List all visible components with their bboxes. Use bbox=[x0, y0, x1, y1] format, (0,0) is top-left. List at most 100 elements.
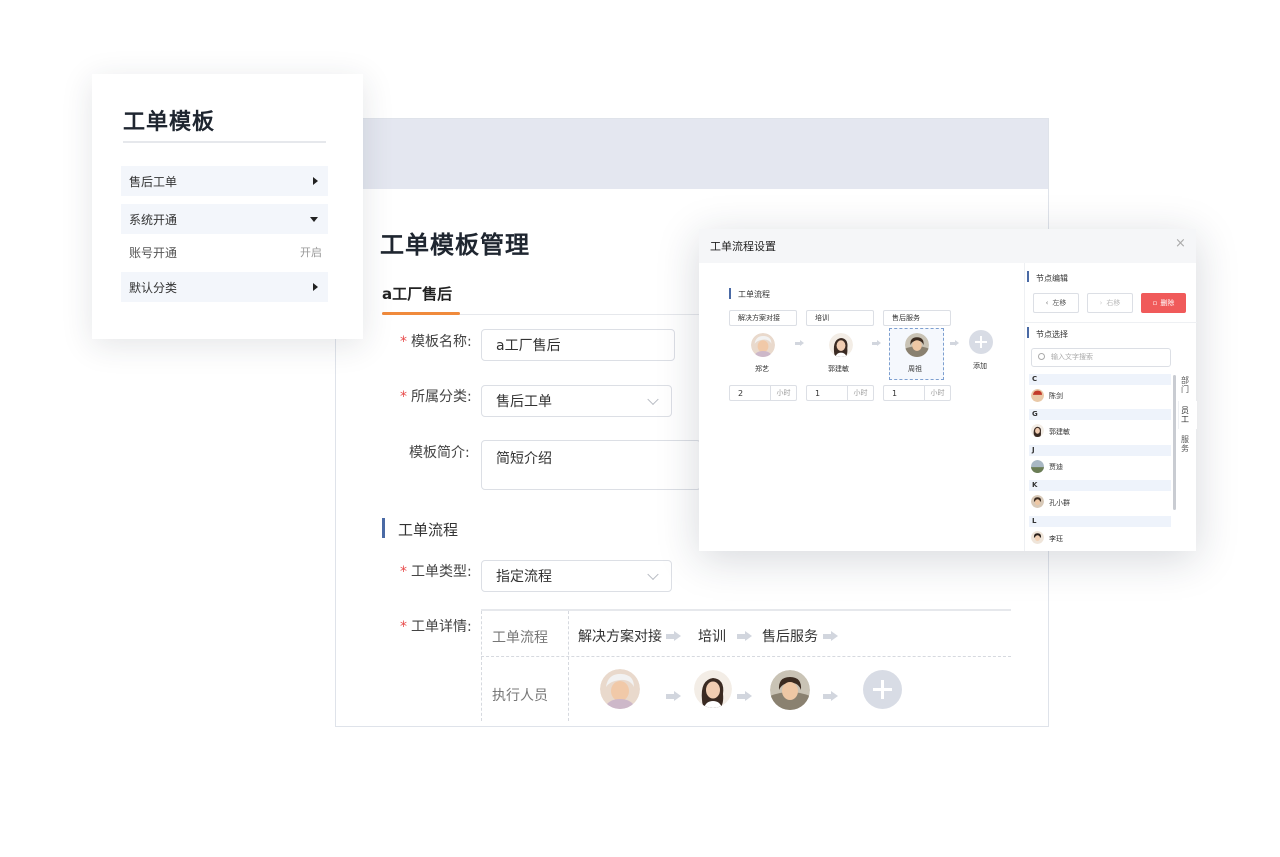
move-left-button[interactable]: ‹ 左移 bbox=[1033, 293, 1079, 313]
person-avatar bbox=[1031, 495, 1044, 508]
caret-right-icon bbox=[313, 177, 318, 185]
type-select[interactable]: 指定流程 bbox=[481, 560, 672, 592]
executor-row-label: 执行人员 bbox=[492, 688, 548, 704]
person-item[interactable]: 陈剑 bbox=[1049, 391, 1063, 401]
tab-active-indicator bbox=[382, 312, 460, 315]
delete-button[interactable]: ▫ 删除 bbox=[1141, 293, 1186, 313]
sub-item-account-activation[interactable]: 账号开通 bbox=[129, 244, 177, 261]
step-hours-input-2[interactable]: 1 小时 bbox=[806, 385, 874, 401]
step-hours-input-3[interactable]: 1 小时 bbox=[883, 385, 951, 401]
detail-label-text: 工单详情: bbox=[411, 619, 472, 635]
executor-avatar-1[interactable] bbox=[600, 669, 640, 709]
caret-right-icon bbox=[313, 283, 318, 291]
table-left-border bbox=[481, 611, 482, 721]
close-icon[interactable]: × bbox=[1175, 236, 1186, 251]
group-letter-l: L bbox=[1029, 516, 1171, 527]
executor-avatar-3[interactable] bbox=[770, 670, 810, 710]
side-tab-staff[interactable]: 员工 bbox=[1180, 406, 1190, 424]
search-placeholder: 输入文字搜索 bbox=[1051, 353, 1093, 361]
intro-field-label: 模板简介: bbox=[409, 445, 470, 461]
person-item[interactable]: 孔小群 bbox=[1049, 498, 1070, 508]
move-right-button[interactable]: › 右移 bbox=[1087, 293, 1133, 313]
template-name-input[interactable]: a工厂售后 bbox=[481, 329, 675, 361]
template-name-value: a工厂售后 bbox=[496, 338, 561, 354]
person-avatar bbox=[1031, 424, 1044, 437]
flow-settings-dialog: 工单流程设置 × 工单流程 解决方案对接 培训 售后服务 郑艺 郭建敏 周祖 添… bbox=[699, 229, 1197, 551]
section-title: 工单流程 bbox=[398, 521, 459, 539]
arrow-right-icon bbox=[737, 691, 753, 701]
name-label-text: 模板名称: bbox=[411, 334, 472, 350]
sub-item-status: 开启 bbox=[300, 246, 322, 259]
card-divider bbox=[123, 141, 326, 143]
tab-template[interactable]: a工厂售后 bbox=[382, 283, 452, 304]
window-header-band bbox=[336, 119, 1048, 189]
category-select[interactable]: 售后工单 bbox=[481, 385, 672, 417]
group-letter-c: C bbox=[1029, 374, 1171, 385]
menu-item-label: 售后工单 bbox=[129, 174, 178, 189]
category-label-text: 所属分类: bbox=[411, 389, 472, 405]
flow-step-chip-2[interactable]: 培训 bbox=[806, 310, 874, 326]
trash-icon: ▫ bbox=[1152, 299, 1158, 307]
type-field-label: * 工单类型: bbox=[400, 561, 472, 581]
arrow-right-icon bbox=[872, 340, 882, 346]
node-side-panel: 节点编辑 ‹ 左移 › 右移 ▫ 删除 节点选择 输入文字搜索 C 陈剑 G 郭… bbox=[1024, 263, 1197, 551]
group-letter-k: K bbox=[1029, 480, 1171, 491]
search-icon bbox=[1038, 353, 1045, 360]
menu-item-system-activation[interactable]: 系统开通 bbox=[121, 204, 328, 234]
node-search-input[interactable]: 输入文字搜索 bbox=[1031, 348, 1171, 367]
dialog-title: 工单流程设置 bbox=[710, 240, 776, 253]
flow-step-chip-3[interactable]: 售后服务 bbox=[883, 310, 951, 326]
flow-step-1: 解决方案对接 bbox=[578, 629, 662, 645]
person-item[interactable]: 贾迪 bbox=[1049, 462, 1063, 472]
chevron-down-icon bbox=[647, 393, 659, 406]
required-mark: * bbox=[400, 564, 407, 580]
menu-item-default-category[interactable]: 默认分类 bbox=[121, 272, 328, 302]
card-title: 工单模板 bbox=[123, 110, 216, 135]
flow-step-2: 培训 bbox=[698, 629, 726, 645]
required-mark: * bbox=[400, 619, 407, 635]
arrow-right-icon bbox=[795, 340, 805, 346]
category-value: 售后工单 bbox=[496, 394, 552, 410]
table-col-divider bbox=[568, 611, 569, 721]
step-avatar-2[interactable] bbox=[829, 333, 853, 357]
add-step-button[interactable] bbox=[969, 330, 993, 354]
node-edit-title: 节点编辑 bbox=[1036, 274, 1068, 283]
plus-icon-bar bbox=[873, 688, 892, 691]
step-avatar-1[interactable] bbox=[751, 333, 775, 357]
section-marker bbox=[1027, 327, 1029, 338]
hours-unit: 小时 bbox=[770, 386, 796, 400]
executor-avatar-2[interactable] bbox=[694, 670, 732, 708]
section-marker bbox=[729, 288, 731, 299]
page-title: 工单模板管理 bbox=[380, 231, 530, 259]
side-tab-service[interactable]: 服务 bbox=[1180, 435, 1190, 453]
intro-textarea[interactable]: 简短介绍 bbox=[481, 440, 701, 490]
arrow-right-icon bbox=[666, 631, 682, 641]
section-marker bbox=[382, 518, 385, 538]
caret-down-icon bbox=[310, 217, 318, 222]
hours-unit: 小时 bbox=[924, 386, 950, 400]
side-tab-department[interactable]: 部门 bbox=[1180, 376, 1190, 394]
step-avatar-3[interactable] bbox=[905, 333, 929, 357]
menu-item-after-sales[interactable]: 售后工单 bbox=[121, 166, 328, 196]
flow-step-chip-1[interactable]: 解决方案对接 bbox=[729, 310, 797, 326]
flow-section-title: 工单流程 bbox=[738, 290, 770, 299]
menu-item-label: 默认分类 bbox=[129, 280, 178, 295]
hours-value: 2 bbox=[738, 389, 744, 398]
flow-row-label: 工单流程 bbox=[492, 630, 548, 646]
move-right-label: 右移 bbox=[1106, 299, 1121, 307]
add-executor-button[interactable] bbox=[863, 670, 902, 709]
table-row-divider bbox=[481, 656, 1011, 657]
step-hours-input-1[interactable]: 2 小时 bbox=[729, 385, 797, 401]
template-category-card: 工单模板 售后工单 系统开通 账号开通 开启 默认分类 bbox=[92, 74, 363, 339]
add-step-label: 添加 bbox=[973, 362, 987, 370]
list-scrollbar[interactable] bbox=[1173, 375, 1176, 510]
arrow-right-icon bbox=[737, 631, 753, 641]
intro-value: 简短介绍 bbox=[496, 451, 552, 467]
person-item[interactable]: 郭建敏 bbox=[1049, 427, 1070, 437]
person-item[interactable]: 李珏 bbox=[1049, 534, 1063, 544]
hours-unit: 小时 bbox=[847, 386, 873, 400]
category-field-label: * 所属分类: bbox=[400, 386, 472, 406]
section-marker bbox=[1027, 271, 1029, 282]
name-field-label: * 模板名称: bbox=[400, 331, 472, 351]
type-value: 指定流程 bbox=[496, 569, 552, 585]
